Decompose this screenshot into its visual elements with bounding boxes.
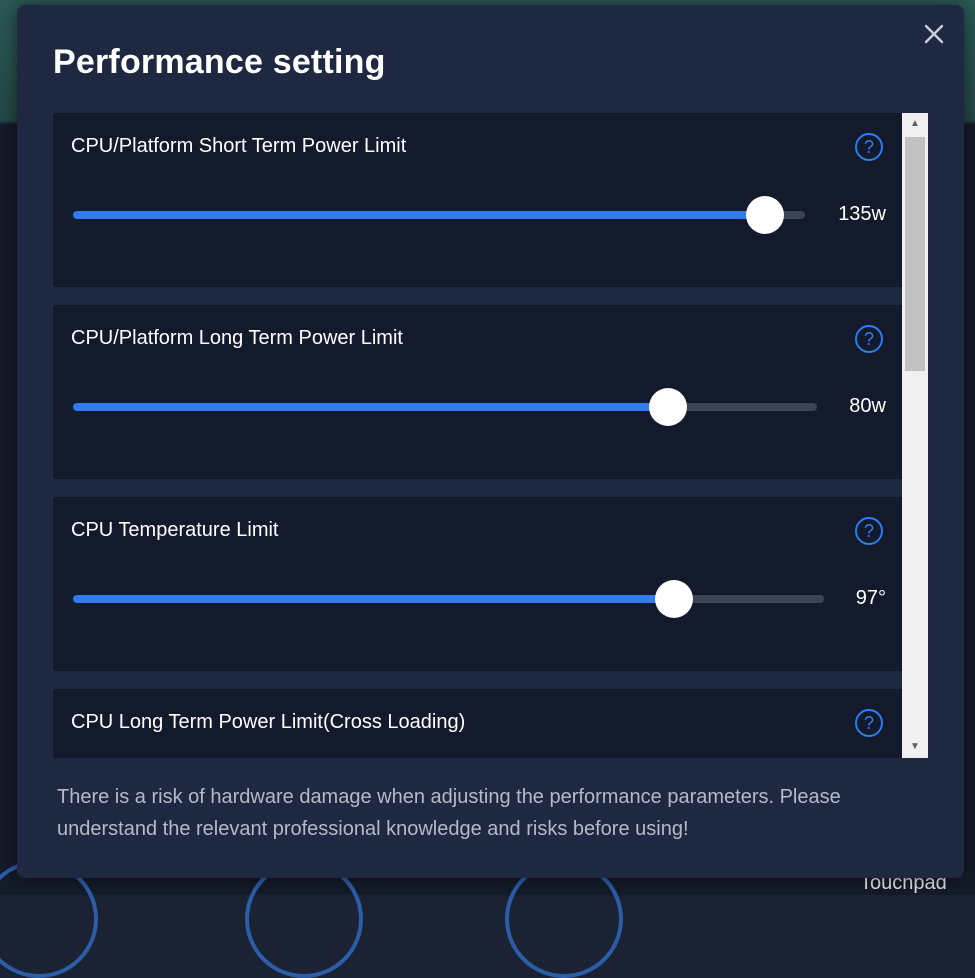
help-icon[interactable]: ? xyxy=(854,708,884,738)
slider-track[interactable] xyxy=(73,580,824,618)
risk-warning-text: There is a risk of hardware damage when … xyxy=(57,786,841,840)
scrollbar-thumb[interactable] xyxy=(905,137,925,371)
setting-value: 80w xyxy=(849,395,886,417)
scroll-down-arrow-icon[interactable]: ▼ xyxy=(902,736,928,758)
performance-setting-dialog: Performance setting CPU/Platform Short T… xyxy=(17,5,964,878)
setting-card-long-term-power: CPU/Platform Long Term Power Limit ? 80w xyxy=(53,305,902,479)
setting-card-cpu-temperature: CPU Temperature Limit ? 97° xyxy=(53,497,902,671)
svg-text:?: ? xyxy=(864,521,874,541)
help-icon[interactable]: ? xyxy=(854,516,884,546)
help-icon[interactable]: ? xyxy=(854,132,884,162)
dialog-title: Performance setting xyxy=(53,43,386,81)
slider-fill xyxy=(73,595,674,603)
setting-label: CPU/Platform Long Term Power Limit xyxy=(71,327,403,349)
setting-card-cross-loading-power: CPU Long Term Power Limit(Cross Loading)… xyxy=(53,689,902,758)
setting-value: 135w xyxy=(838,203,886,225)
settings-scroll-area[interactable]: CPU/Platform Short Term Power Limit ? 13… xyxy=(53,113,928,758)
slider-track[interactable] xyxy=(73,196,805,234)
svg-text:?: ? xyxy=(864,329,874,349)
slider-thumb[interactable] xyxy=(649,388,687,426)
setting-label: CPU/Platform Short Term Power Limit xyxy=(71,135,407,157)
slider-fill xyxy=(73,403,668,411)
close-icon[interactable] xyxy=(917,17,951,51)
setting-card-short-term-power: CPU/Platform Short Term Power Limit ? 13… xyxy=(53,113,902,287)
slider-track[interactable] xyxy=(73,388,817,426)
slider-fill xyxy=(73,211,765,219)
slider-thumb[interactable] xyxy=(655,580,693,618)
setting-value: 97° xyxy=(855,587,886,609)
svg-text:?: ? xyxy=(864,137,874,157)
svg-text:?: ? xyxy=(864,713,874,733)
slider-thumb[interactable] xyxy=(746,196,784,234)
setting-label: CPU Temperature Limit xyxy=(71,519,279,541)
setting-label: CPU Long Term Power Limit(Cross Loading) xyxy=(71,711,466,733)
help-icon[interactable]: ? xyxy=(854,324,884,354)
vertical-scrollbar[interactable]: ▲ ▼ xyxy=(902,113,928,758)
scroll-up-arrow-icon[interactable]: ▲ xyxy=(902,113,928,135)
